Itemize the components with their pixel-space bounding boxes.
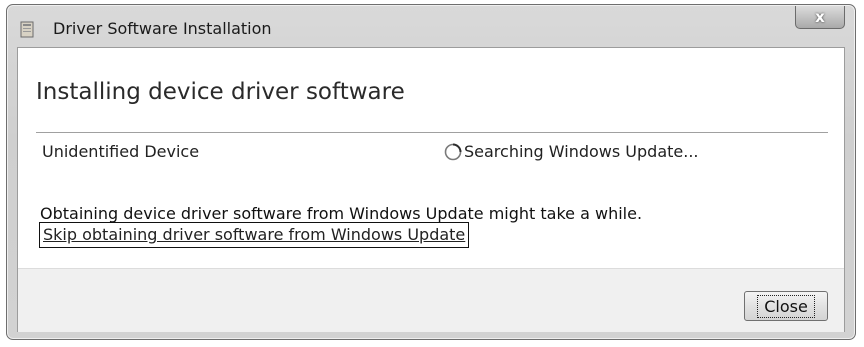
close-button[interactable]: Close [744,291,828,321]
device-name: Unidentified Device [42,142,200,161]
title-bar[interactable]: Driver Software Installation x [7,5,855,45]
device-status: Searching Windows Update... [464,142,699,161]
page-title: Installing device driver software [36,79,405,105]
title-close-button[interactable]: x [795,6,845,29]
info-text: Obtaining device driver software from Wi… [40,204,643,223]
skip-windows-update-link[interactable]: Skip obtaining driver software from Wind… [39,222,470,248]
spinner-icon [444,143,462,161]
divider [36,132,828,133]
dialog-footer: Close [18,268,844,332]
close-button-label: Close [757,294,815,318]
dialog-window: Driver Software Installation x Installin… [6,4,856,340]
close-icon: x [815,8,825,26]
dialog-content: Installing device driver software Uniden… [17,47,845,332]
driver-installer-icon [20,21,34,38]
window-title: Driver Software Installation [53,19,272,38]
